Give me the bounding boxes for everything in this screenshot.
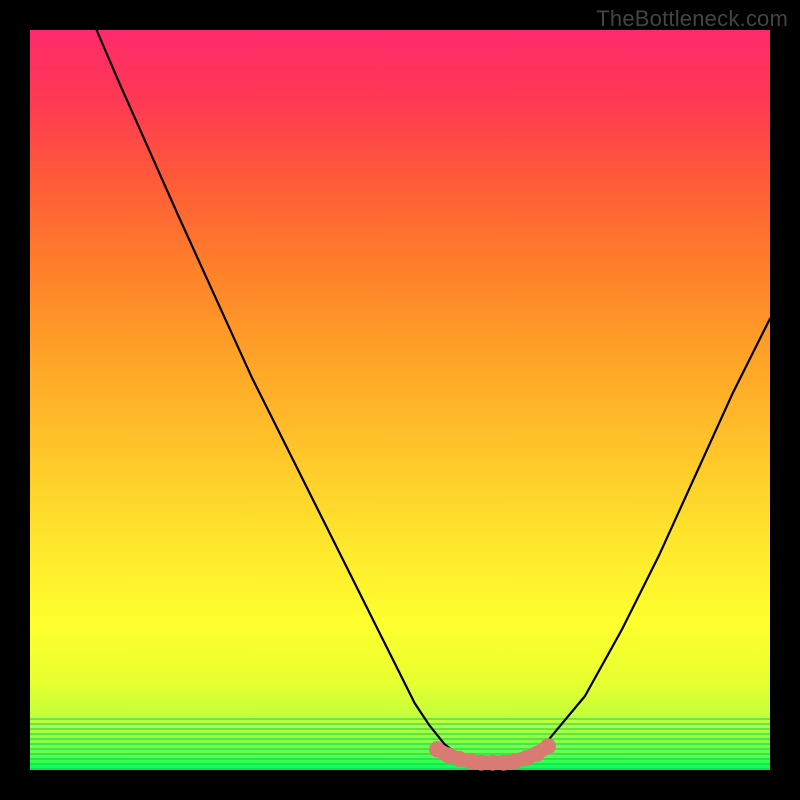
- watermark-label: TheBottleneck.com: [596, 6, 788, 32]
- bottom-markers: [429, 738, 556, 770]
- bottleneck-curve-path: [97, 30, 770, 763]
- curve-group: [97, 30, 770, 763]
- bottleneck-curve-svg: [30, 30, 770, 770]
- marker-dot: [540, 738, 556, 754]
- plot-area: [30, 30, 770, 770]
- chart-frame: TheBottleneck.com: [0, 0, 800, 800]
